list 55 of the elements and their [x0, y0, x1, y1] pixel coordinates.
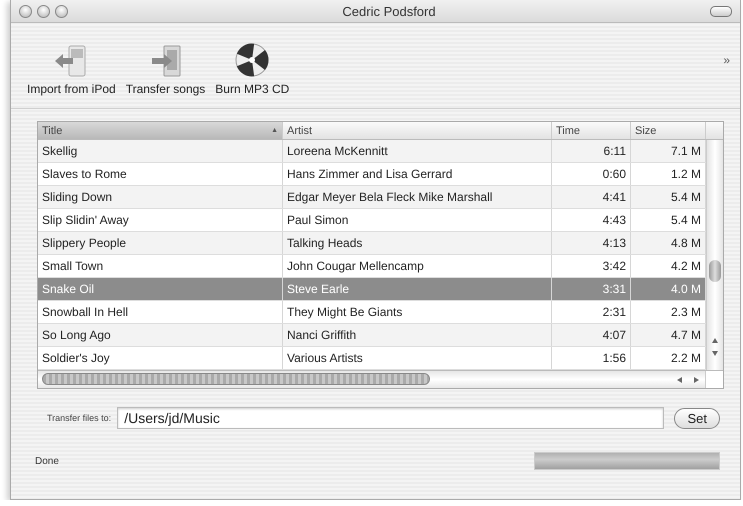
- table-cell: 6:11: [552, 140, 631, 162]
- toolbar-button[interactable]: Transfer songs: [126, 44, 206, 96]
- field-label: Transfer files to:: [47, 413, 112, 423]
- table-cell: Slippery People: [38, 232, 283, 254]
- table-cell: 0:60: [552, 163, 631, 185]
- table-row[interactable]: Slippery People Talking Heads 4:13 4.8 M: [38, 232, 706, 255]
- set-button[interactable]: Set: [674, 408, 720, 428]
- column-header[interactable]: Time: [552, 122, 631, 139]
- window-title: Cedric Podsford: [341, 4, 437, 18]
- scroll-arrows-icon[interactable]: [711, 336, 719, 358]
- table-cell: 4:43: [552, 209, 631, 231]
- table-cell: Slaves to Rome: [38, 163, 283, 185]
- toolbar-overflow-button[interactable]: »: [723, 52, 730, 66]
- table-cell: 2:31: [552, 301, 631, 323]
- table-row[interactable]: Sliding Down Edgar Meyer Bela Fleck Mike Marshall 4:41 5.4 M: [38, 186, 706, 209]
- table-cell: Steve Earle: [283, 278, 552, 300]
- table-cell: Edgar Meyer Bela Fleck Mike Marshall: [283, 186, 552, 208]
- column-header[interactable]: Size: [631, 122, 706, 139]
- path-field[interactable]: /Users/jd/Music: [117, 407, 664, 429]
- table-cell: Nanci Griffith: [283, 324, 552, 346]
- toolbar-toggle-button[interactable]: [710, 6, 732, 16]
- status-text: Done: [35, 456, 59, 466]
- table-cell: Small Town: [38, 255, 283, 277]
- table-cell: They Might Be Giants: [283, 301, 552, 323]
- zoom-button[interactable]: [55, 4, 68, 18]
- table-cell: 3:42: [552, 255, 631, 277]
- table-cell: Loreena McKennitt: [283, 140, 552, 162]
- vertical-scrollbar[interactable]: [706, 140, 723, 370]
- disc-icon: [234, 42, 270, 78]
- column-header[interactable]: Artist: [283, 122, 552, 139]
- table-cell: Soldier's Joy: [38, 347, 283, 369]
- toolbar-button[interactable]: Import from iPod: [27, 44, 116, 96]
- close-button[interactable]: [19, 4, 32, 18]
- table-cell: John Cougar Mellencamp: [283, 255, 552, 277]
- scroll-thumb[interactable]: [709, 260, 721, 282]
- table-row[interactable]: Skellig Loreena McKennitt 6:11 7.1 M: [38, 140, 706, 163]
- table-row[interactable]: So Long Ago Nanci Griffith 4:07 4.7 M: [38, 324, 706, 347]
- table-cell: 3:31: [552, 278, 631, 300]
- table-cell: Skellig: [38, 140, 283, 162]
- table-cell: Snowball In Hell: [38, 301, 283, 323]
- minimize-button[interactable]: [37, 4, 50, 18]
- table-cell: Slip Slidin' Away: [38, 209, 283, 231]
- table-cell: Hans Zimmer and Lisa Gerrard: [283, 163, 552, 185]
- table-cell: So Long Ago: [38, 324, 283, 346]
- table-cell: Snake Oil: [38, 278, 283, 300]
- table-cell: 4:07: [552, 324, 631, 346]
- table-cell: Sliding Down: [38, 186, 283, 208]
- table-cell: 4:13: [552, 232, 631, 254]
- table-cell: Paul Simon: [283, 209, 552, 231]
- toolbar-button[interactable]: Burn MP3 CD: [215, 42, 290, 96]
- table-cell: Various Artists: [283, 347, 552, 369]
- table-cell: 4:41: [552, 186, 631, 208]
- table-cell: 1:56: [552, 347, 631, 369]
- scroll-arrows-icon[interactable]: [675, 374, 701, 384]
- table-cell: Talking Heads: [283, 232, 552, 254]
